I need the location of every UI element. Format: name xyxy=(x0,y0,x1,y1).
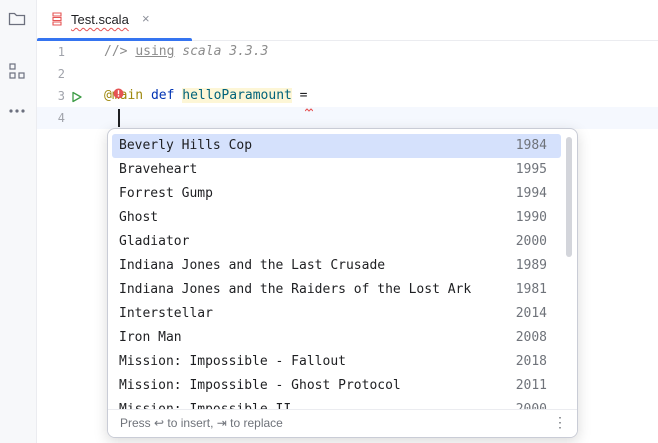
run-icon[interactable] xyxy=(71,90,83,108)
item-title: Interstellar xyxy=(119,306,213,321)
tab-label: Test.scala xyxy=(71,12,129,27)
line-number: 1 xyxy=(57,45,65,59)
completion-popup: Beverly Hills Cop 1984 Braveheart 1995 For… xyxy=(107,128,578,438)
item-title: Indiana Jones and the Last Crusade xyxy=(119,258,386,273)
close-icon[interactable]: × xyxy=(142,11,150,26)
item-year: 2008 xyxy=(515,330,547,345)
editor-tab-bar: Test.scala × xyxy=(37,0,658,41)
tool-window-sidebar xyxy=(0,0,37,443)
item-year: 1995 xyxy=(515,162,547,177)
current-line-highlight xyxy=(37,107,658,129)
error-icon[interactable] xyxy=(113,86,124,104)
line-number: 3 xyxy=(57,89,65,103)
item-title: Mission: Impossible II xyxy=(119,398,291,409)
def-keyword: def xyxy=(150,88,175,103)
item-title: Mission: Impossible - Fallout xyxy=(119,354,346,369)
item-title: Forrest Gump xyxy=(119,186,213,201)
item-year: 2014 xyxy=(515,306,547,321)
completion-item[interactable]: Indiana Jones and the Raiders of the Los… xyxy=(112,278,561,302)
completion-item[interactable]: Mission: Impossible - Fallout 2018 xyxy=(112,350,561,374)
item-year: 2011 xyxy=(515,378,547,393)
item-title: Mission: Impossible - Ghost Protocol xyxy=(119,378,401,393)
scala-keyword: scala xyxy=(174,44,230,59)
item-year: 1981 xyxy=(515,282,547,297)
tab-test-scala[interactable]: Test.scala × xyxy=(37,0,192,41)
completion-footer: Press ↩ to insert, ⇥ to replace ⋮ xyxy=(108,409,577,437)
item-title: Indiana Jones and the Raiders of the Los… xyxy=(119,282,472,297)
scala-version: 3.3.3 xyxy=(229,44,269,59)
completion-hint: Press ↩ to insert, ⇥ to replace xyxy=(120,416,283,430)
code-line-1: //> using scala 3.3.3 xyxy=(104,41,268,63)
completion-scrollbar[interactable] xyxy=(566,137,572,257)
error-squiggle xyxy=(304,99,314,117)
completion-item[interactable]: Beverly Hills Cop 1984 xyxy=(112,134,561,158)
item-title: Gladiator xyxy=(119,234,190,249)
item-year: 1990 xyxy=(515,210,547,225)
item-title: Braveheart xyxy=(119,162,198,177)
completion-item[interactable]: Braveheart 1995 xyxy=(112,158,561,182)
annotation-at: @ xyxy=(104,88,112,103)
structure-icon[interactable] xyxy=(6,60,28,82)
item-title: Ghost xyxy=(119,210,159,225)
code-line-3: @main def helloParamount = xyxy=(104,85,308,107)
completion-item[interactable]: Forrest Gump 1994 xyxy=(112,182,561,206)
completion-item[interactable]: Mission: Impossible - Ghost Protocol 2011 xyxy=(112,374,561,398)
item-year: 1994 xyxy=(515,186,547,201)
using-directive: using xyxy=(135,44,175,59)
item-year: 1989 xyxy=(515,258,547,273)
item-title: Beverly Hills Cop xyxy=(119,138,253,153)
scala-file-icon xyxy=(51,12,63,31)
completion-item[interactable]: Iron Man 2008 xyxy=(112,326,561,350)
item-year: 2000 xyxy=(515,234,547,249)
completion-item[interactable]: Interstellar 2014 xyxy=(112,302,561,326)
line-number: 2 xyxy=(57,67,65,81)
completion-list[interactable]: Beverly Hills Cop 1984 Braveheart 1995 For… xyxy=(108,129,568,409)
comment-prefix: //> xyxy=(104,44,136,59)
completion-item[interactable]: Indiana Jones and the Last Crusade 1989 xyxy=(112,254,561,278)
completion-item[interactable]: Gladiator 2000 xyxy=(112,230,561,254)
item-year: 2018 xyxy=(515,354,547,369)
function-name: helloParamount xyxy=(182,88,292,103)
completion-item[interactable]: Mission: Impossible II 2000 xyxy=(112,398,561,409)
item-year: 1984 xyxy=(515,138,547,153)
folder-icon[interactable] xyxy=(6,8,28,30)
item-year: 2000 xyxy=(516,398,547,409)
more-options-icon[interactable]: ⋮ xyxy=(553,414,567,431)
item-title: Iron Man xyxy=(119,330,182,345)
completion-item[interactable]: Ghost 1990 xyxy=(112,206,561,230)
text-cursor xyxy=(118,109,120,127)
line-number: 4 xyxy=(57,111,65,125)
more-icon[interactable] xyxy=(6,100,28,122)
